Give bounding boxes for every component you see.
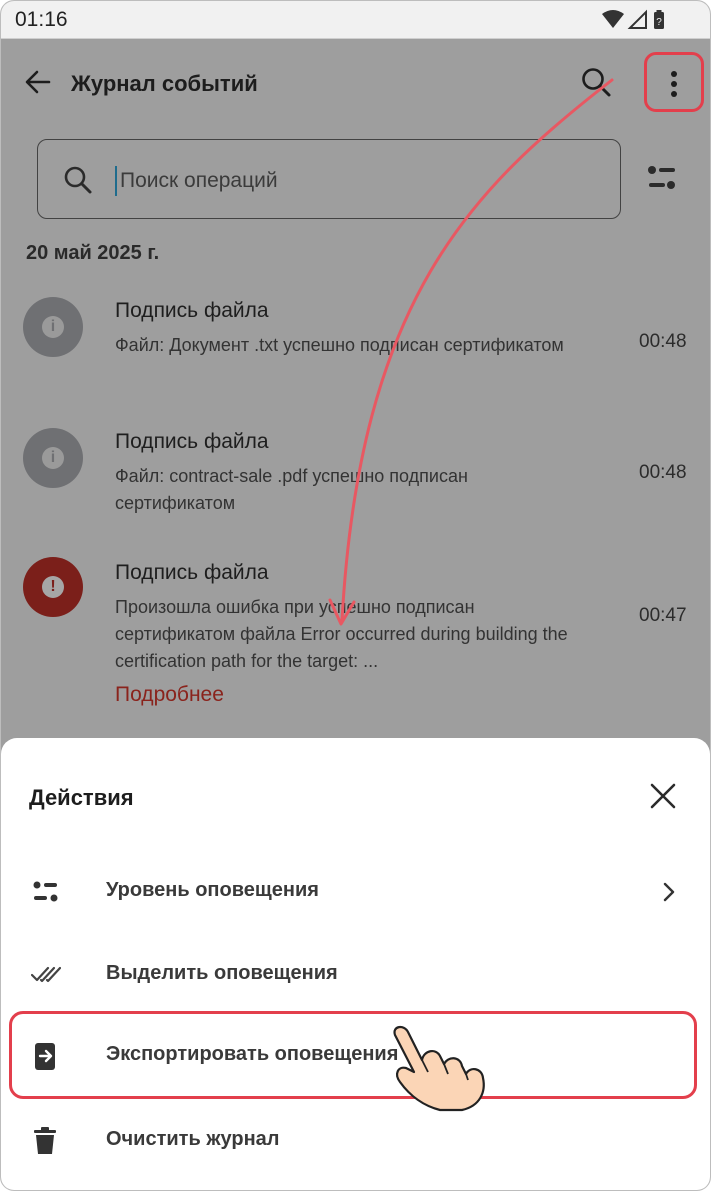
- event-time: 00:48: [639, 331, 687, 352]
- menu-item-select-notifications[interactable]: Выделить оповещения: [1, 938, 710, 1012]
- event-time: 00:47: [639, 605, 687, 626]
- trash-icon: [34, 1127, 56, 1154]
- event-description: Произошла ошибка при успешно подписан се…: [115, 597, 568, 671]
- search-input[interactable]: Поиск операций: [37, 139, 621, 219]
- phone-frame: 01:16 ? Журнал событий Поиск операций 20…: [0, 0, 711, 1191]
- status-icons: ?: [602, 9, 664, 29]
- event-title: Подпись файла: [115, 561, 269, 584]
- actions-bottom-sheet: Действия Уровень оповещения Выделить опо: [1, 738, 710, 1190]
- info-icon: i: [23, 428, 83, 488]
- svg-text:?: ?: [656, 17, 662, 28]
- menu-item-label: Выделить оповещения: [106, 962, 338, 984]
- text-caret: [115, 166, 117, 196]
- info-icon: i: [23, 297, 83, 357]
- menu-item-clear-log[interactable]: Очистить журнал: [1, 1104, 710, 1178]
- page-title: Журнал событий: [71, 71, 258, 96]
- close-icon[interactable]: [649, 782, 677, 810]
- more-vert-icon: [671, 71, 677, 97]
- chevron-right-icon: [663, 882, 675, 902]
- filter-icon[interactable]: [647, 164, 677, 192]
- level-filter-icon: [33, 881, 58, 902]
- event-title: Подпись файла: [115, 430, 269, 453]
- date-header: 20 май 2025 г.: [26, 242, 160, 264]
- menu-item-notification-level[interactable]: Уровень оповещения: [1, 855, 710, 929]
- wifi-icon: [602, 10, 624, 28]
- back-arrow-icon[interactable]: [23, 67, 53, 97]
- double-check-icon: [31, 966, 61, 983]
- event-time: 00:48: [639, 462, 687, 483]
- event-description: Файл: contract-sale .pdf успешно подписа…: [115, 466, 468, 513]
- more-options-button[interactable]: [644, 52, 704, 112]
- menu-item-label: Очистить журнал: [106, 1128, 280, 1150]
- battery-icon: ?: [654, 10, 664, 29]
- signal-icon: [627, 9, 647, 29]
- highlight-frame: [9, 1011, 697, 1099]
- status-bar: 01:16 ?: [1, 1, 710, 39]
- search-icon[interactable]: [579, 65, 613, 99]
- event-description: Файл: Документ .txt успешно подписан сер…: [115, 335, 564, 355]
- details-link[interactable]: Подробнее: [115, 683, 224, 707]
- search-field-icon: [64, 166, 92, 194]
- app-bar: Журнал событий: [1, 39, 710, 129]
- sheet-title: Действия: [29, 785, 134, 810]
- menu-item-label: Уровень оповещения: [106, 879, 319, 901]
- status-time: 01:16: [15, 8, 68, 31]
- event-title: Подпись файла: [115, 299, 269, 322]
- error-icon: !: [23, 557, 83, 617]
- search-placeholder: Поиск операций: [120, 169, 278, 192]
